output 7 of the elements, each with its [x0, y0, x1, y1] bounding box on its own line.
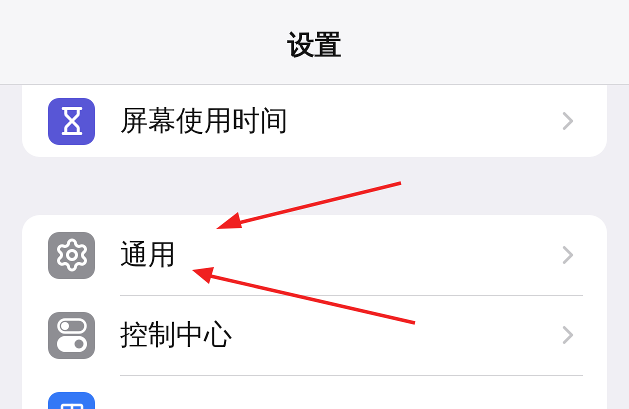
settings-row[interactable]: 控制中心 [22, 295, 607, 375]
row-label: 通用 [120, 236, 177, 272]
row-label: 屏幕使用时间 [120, 103, 289, 139]
settings-row[interactable]: 屏幕使用时间 [22, 85, 607, 157]
row-label: 控制中心 [120, 316, 233, 352]
page-title: 设置 [288, 29, 342, 63]
toggles-icon [56, 318, 86, 352]
